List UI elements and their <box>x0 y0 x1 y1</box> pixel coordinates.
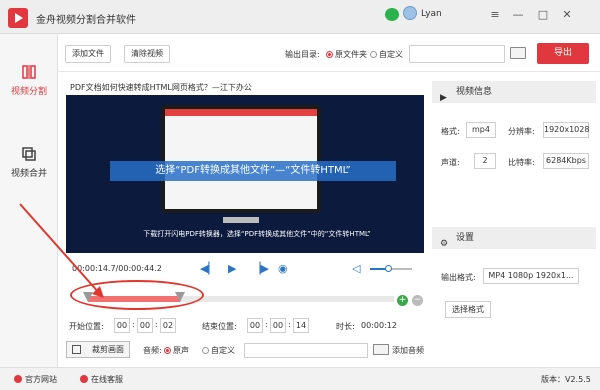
folder-icon[interactable] <box>373 344 389 355</box>
annotation-arrow <box>19 203 104 298</box>
crop-icon <box>72 345 81 354</box>
close-button[interactable]: ✕ <box>558 6 576 24</box>
duration-value: 00:00:12 <box>361 321 397 330</box>
play-icon[interactable]: ▶ <box>228 262 236 275</box>
folder-icon[interactable] <box>510 47 526 59</box>
sidebar-item-label: 视频分割 <box>10 87 47 97</box>
start-second-input[interactable]: 02 <box>160 318 176 333</box>
start-hour-input[interactable]: 00 <box>114 318 130 333</box>
app-title: 金舟视频分割合并软件 <box>36 15 136 26</box>
output-custom-radio[interactable]: 自定义 <box>370 49 403 60</box>
video-preview[interactable]: 选择“PDF转换成其他文件”—“文件转HTML” 下载打开闪电PDF转换器，选择… <box>66 95 424 253</box>
support-icon <box>80 375 88 383</box>
resolution-value: 1920x1028 <box>543 122 589 138</box>
end-second-input[interactable]: 14 <box>293 318 309 333</box>
video-caption: 选择“PDF转换成其他文件”—“文件转HTML” <box>110 161 396 181</box>
version-text: 版本：V2.5.5 <box>541 375 591 384</box>
title-bar: 金舟视频分割合并软件 Lyan ≡ — □ ✕ <box>0 0 600 34</box>
audio-path-input[interactable] <box>244 343 368 358</box>
sidebar-item-label: 视频合并 <box>10 169 47 179</box>
monitor-header-bar <box>165 109 317 116</box>
username[interactable]: Lyan <box>421 9 442 19</box>
radio-checked-icon <box>164 347 171 354</box>
video-file-title: PDF文档如何快速转成HTML网页格式？—江下办公 <box>70 83 252 92</box>
start-position-label: 开始位置: <box>69 322 104 331</box>
end-position-label: 结束位置: <box>202 322 237 331</box>
monitor-screen <box>165 109 317 209</box>
monitor-stand <box>223 217 259 223</box>
export-button[interactable]: 导出 <box>537 43 589 64</box>
add-file-button[interactable]: 添加文件 <box>65 45 111 63</box>
volume-slider[interactable] <box>370 265 412 272</box>
video-sub-caption: 下载打开闪电PDF转换器，选择“PDF转换成其他文件”中的“文件转HTML” <box>143 230 371 238</box>
sidebar-item-merge[interactable]: 视频合并 <box>0 138 58 196</box>
video-info-icon: ▶ <box>440 93 447 103</box>
resolution-label: 分辨率: <box>508 127 535 136</box>
online-support-link[interactable]: 在线客服 <box>80 374 123 385</box>
zoom-in-button[interactable]: + <box>397 295 408 306</box>
output-source-radio[interactable]: 原文件夹 <box>326 49 367 60</box>
crop-frame-button[interactable]: 裁剪画面 <box>66 341 130 358</box>
add-audio-button[interactable]: 添加音频 <box>392 345 424 356</box>
volume-icon[interactable]: ◁ <box>352 262 360 275</box>
monitor-graphic <box>161 105 321 213</box>
bitrate-label: 比特率: <box>508 158 535 167</box>
volume-knob[interactable] <box>384 265 392 272</box>
wechat-icon[interactable] <box>385 8 399 21</box>
website-icon <box>14 375 22 383</box>
radio-checked-icon <box>326 51 333 58</box>
clear-video-button[interactable]: 清除视频 <box>124 45 170 63</box>
select-format-button[interactable]: 选择格式 <box>445 301 491 318</box>
preview-eye-icon[interactable]: ◉ <box>278 262 288 275</box>
total-time: 00:00:44.2 <box>118 264 162 273</box>
audio-label: 音频: <box>143 346 162 355</box>
next-frame-icon[interactable]: ▕▶ <box>252 262 269 275</box>
duration-label: 时长: <box>336 322 355 331</box>
avatar[interactable] <box>403 6 417 20</box>
radio-icon <box>370 51 377 58</box>
start-minute-input[interactable]: 00 <box>137 318 153 333</box>
merge-icon <box>22 147 36 161</box>
video-info-header: ▶ 视频信息 <box>432 81 596 103</box>
maximize-button[interactable]: □ <box>534 6 552 24</box>
end-minute-input[interactable]: 00 <box>270 318 286 333</box>
minimize-button[interactable]: — <box>509 6 527 24</box>
prev-frame-icon[interactable]: ◀▏ <box>200 262 217 275</box>
footer: 官方网站 在线客服 版本：V2.5.5 <box>0 367 600 390</box>
toolbar: 添加文件 清除视频 输出目录: 原文件夹 自定义 导出 <box>58 34 600 72</box>
audio-source-radio[interactable]: 原声 <box>164 345 189 356</box>
output-path-input[interactable] <box>409 45 505 63</box>
output-format-label: 输出格式: <box>441 273 476 282</box>
channels-value: 2 <box>474 153 496 169</box>
sidebar-item-split[interactable]: 视频分割 <box>0 56 58 114</box>
output-dir-label: 输出目录: <box>285 50 320 59</box>
output-format-select[interactable]: MP4 1080p 1920x1... <box>483 268 579 284</box>
menu-button[interactable]: ≡ <box>486 6 504 24</box>
radio-icon <box>202 347 209 354</box>
gear-icon: ⚙ <box>440 239 449 249</box>
end-hour-input[interactable]: 00 <box>247 318 263 333</box>
app-logo-icon <box>8 8 28 28</box>
channels-label: 声道: <box>441 158 460 167</box>
format-value: mp4 <box>466 122 496 138</box>
bitrate-value: 6284Kbps <box>543 153 589 169</box>
official-website-link[interactable]: 官方网站 <box>14 374 57 385</box>
audio-custom-radio[interactable]: 自定义 <box>202 345 235 356</box>
split-icon <box>22 65 36 79</box>
format-label: 格式: <box>441 127 460 136</box>
settings-header: ⚙ 设置 <box>432 227 596 249</box>
zoom-out-button[interactable]: − <box>412 295 423 306</box>
